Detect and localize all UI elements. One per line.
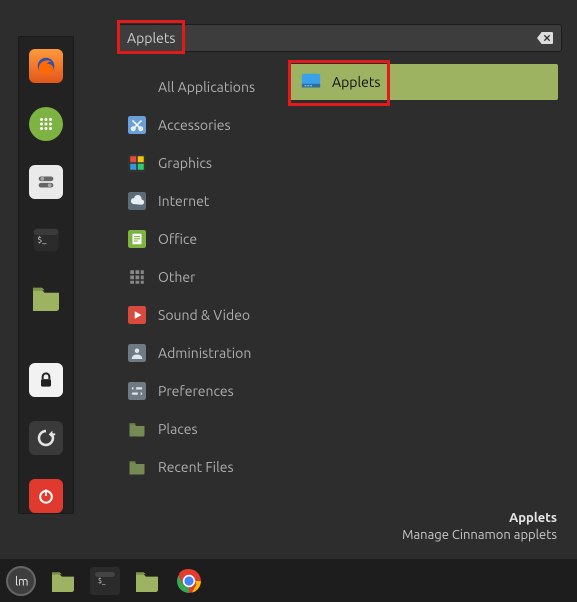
category-accessories[interactable]: Accessories bbox=[118, 106, 282, 144]
prefs-icon bbox=[128, 382, 146, 400]
terminal-icon: $_ bbox=[31, 225, 61, 255]
logout-button[interactable] bbox=[29, 421, 63, 455]
power-icon bbox=[36, 486, 56, 506]
category-preferences[interactable]: Preferences bbox=[118, 372, 282, 410]
category-all-applications[interactable]: All Applications bbox=[118, 68, 282, 106]
app-menu: $_ All Applications Accessories Graphics In… bbox=[0, 0, 577, 559]
folder-icon bbox=[128, 420, 146, 438]
search-input[interactable] bbox=[127, 30, 537, 46]
folder-icon bbox=[128, 458, 146, 476]
lock-button[interactable] bbox=[29, 363, 63, 397]
applet-icon bbox=[300, 71, 322, 93]
apps-icon bbox=[37, 115, 55, 133]
terminal-icon: $_ bbox=[92, 569, 118, 593]
svg-text:$_: $_ bbox=[98, 577, 106, 585]
admin-icon bbox=[128, 344, 146, 362]
category-recent-files[interactable]: Recent Files bbox=[118, 448, 282, 486]
bottom-panel: lm $_ bbox=[0, 559, 577, 602]
office-icon bbox=[128, 230, 146, 248]
category-label: Sound & Video bbox=[158, 307, 250, 323]
result-applets[interactable]: Applets bbox=[290, 64, 558, 100]
play-icon bbox=[128, 306, 146, 324]
category-office[interactable]: Office bbox=[118, 220, 282, 258]
fav-settings[interactable] bbox=[29, 165, 63, 199]
category-internet[interactable]: Internet bbox=[118, 182, 282, 220]
palette-icon bbox=[128, 154, 146, 172]
category-label: Accessories bbox=[158, 117, 231, 133]
results-list: Applets bbox=[290, 64, 558, 100]
blank-icon bbox=[128, 78, 146, 96]
logout-icon bbox=[35, 427, 57, 449]
category-label: Office bbox=[158, 231, 197, 247]
fav-files[interactable] bbox=[29, 281, 63, 315]
backspace-icon bbox=[537, 32, 553, 44]
folder-icon bbox=[49, 570, 77, 592]
category-label: Other bbox=[158, 269, 195, 285]
description-title: Applets bbox=[402, 510, 557, 528]
lock-icon bbox=[36, 370, 56, 390]
folder-icon bbox=[133, 570, 161, 592]
category-label: All Applications bbox=[158, 79, 255, 95]
result-label: Applets bbox=[332, 74, 380, 90]
fav-apps[interactable] bbox=[29, 107, 63, 141]
panel-chrome[interactable] bbox=[174, 567, 204, 595]
category-graphics[interactable]: Graphics bbox=[118, 144, 282, 182]
favorites-column: $_ bbox=[18, 36, 74, 514]
svg-text:lm: lm bbox=[15, 575, 29, 588]
scissors-icon bbox=[128, 116, 146, 134]
search-bar[interactable] bbox=[118, 24, 562, 52]
category-administration[interactable]: Administration bbox=[118, 334, 282, 372]
clear-search-button[interactable] bbox=[537, 32, 553, 45]
category-list: All Applications Accessories Graphics Inter… bbox=[118, 68, 282, 486]
settings-icon bbox=[35, 171, 57, 193]
power-button[interactable] bbox=[29, 479, 63, 513]
category-label: Preferences bbox=[158, 383, 234, 399]
panel-terminal[interactable]: $_ bbox=[90, 567, 120, 595]
category-label: Places bbox=[158, 421, 198, 437]
category-places[interactable]: Places bbox=[118, 410, 282, 448]
category-sound-video[interactable]: Sound & Video bbox=[118, 296, 282, 334]
fav-firefox[interactable] bbox=[29, 49, 63, 83]
category-label: Internet bbox=[158, 193, 209, 209]
category-label: Administration bbox=[158, 345, 251, 361]
panel-files2[interactable] bbox=[132, 567, 162, 595]
files-icon bbox=[30, 285, 62, 311]
category-label: Graphics bbox=[158, 155, 212, 171]
mint-logo-icon: lm bbox=[12, 572, 30, 590]
description: Applets Manage Cinnamon applets bbox=[402, 510, 557, 545]
category-other[interactable]: Other bbox=[118, 258, 282, 296]
chrome-icon bbox=[176, 568, 202, 594]
grid-icon bbox=[128, 268, 146, 286]
svg-text:$_: $_ bbox=[37, 235, 47, 245]
firefox-icon bbox=[35, 55, 57, 77]
fav-terminal[interactable]: $_ bbox=[29, 223, 63, 257]
category-label: Recent Files bbox=[158, 459, 234, 475]
description-subtitle: Manage Cinnamon applets bbox=[402, 527, 557, 545]
cloud-icon bbox=[128, 192, 146, 210]
menu-button[interactable]: lm bbox=[6, 566, 36, 596]
panel-files[interactable] bbox=[48, 567, 78, 595]
